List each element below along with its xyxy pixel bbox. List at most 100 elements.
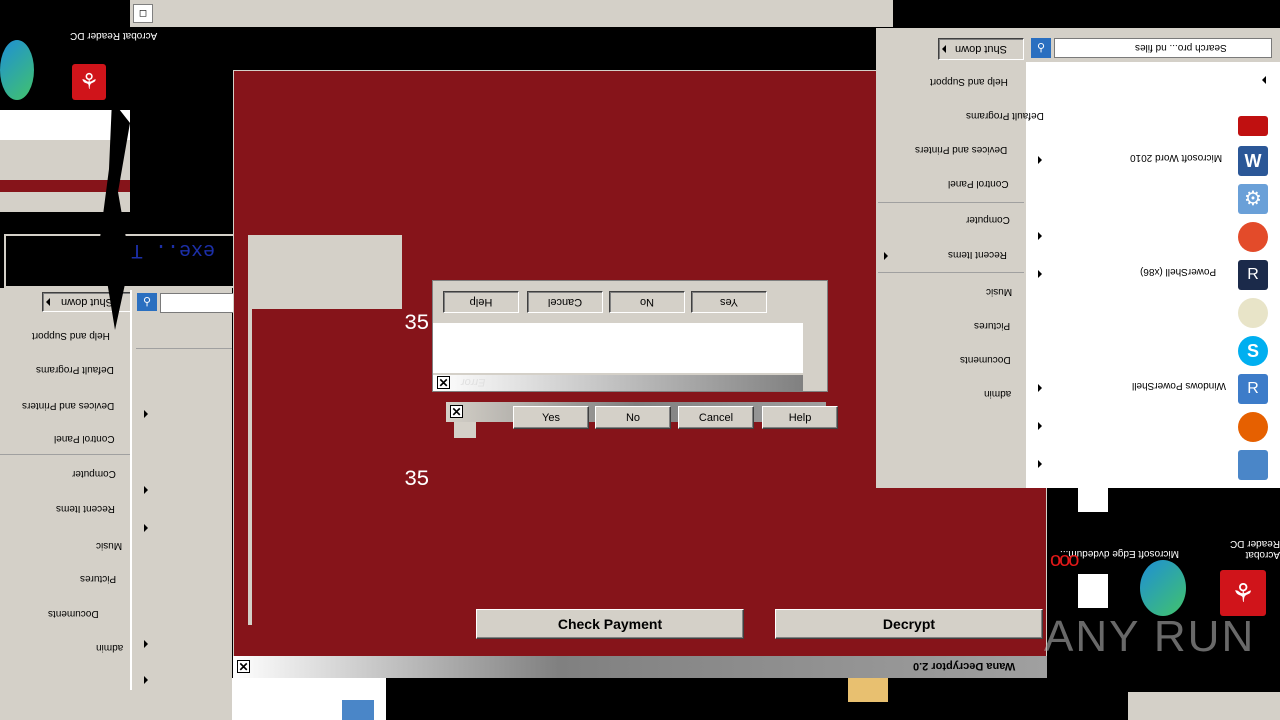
ghost-no-button[interactable]: No xyxy=(609,291,685,313)
error-help-button[interactable]: Help xyxy=(762,406,838,429)
ghost-titlebar: ✕ Error xyxy=(433,375,803,391)
desktop-bottom-window xyxy=(1128,692,1280,720)
ghost-white-area xyxy=(433,323,803,373)
right-item-devices[interactable]: Devices and Printers xyxy=(915,144,1007,155)
error-cancel-button[interactable]: Cancel xyxy=(678,406,754,429)
red-badge-icon xyxy=(1238,116,1268,136)
check-payment-button[interactable]: Check Payment xyxy=(476,609,744,639)
ghost-cancel-button[interactable]: Cancel xyxy=(527,291,603,313)
bottom-left-gray xyxy=(130,690,230,720)
left-separator-1 xyxy=(0,454,132,455)
left-item-default[interactable]: Default Programs xyxy=(36,364,114,375)
ghost-help-button[interactable]: Help xyxy=(443,291,519,313)
prog-arrow-icon-3 xyxy=(1038,270,1042,278)
left-vertical-divider xyxy=(130,290,132,720)
left-item-devices[interactable]: Devices and Printers xyxy=(22,400,114,411)
all-programs-arrow-icon xyxy=(1262,76,1266,84)
prog-arrow-icon-2 xyxy=(1038,232,1042,240)
ghost-title: Error xyxy=(461,376,486,388)
prog-arrow-icon-1 xyxy=(1038,156,1042,164)
desktop-red-rings: ooo xyxy=(1050,549,1079,571)
right-item-recent[interactable]: Recent Items xyxy=(948,249,1007,260)
left-item-control[interactable]: Control Panel xyxy=(54,433,115,444)
prog-windows-powershell[interactable]: Windows PowerShell xyxy=(1132,380,1226,391)
ghost-close-icon[interactable]: ✕ xyxy=(437,376,450,389)
right-search-box[interactable]: Search pro... nd files xyxy=(1054,38,1272,58)
wana-title-text: Wana Decryptor 2.0 xyxy=(913,660,1016,672)
right-arrow-recent-icon xyxy=(884,252,888,260)
right-search-icon[interactable]: ⚲ xyxy=(1031,38,1051,58)
error-no-button[interactable]: No xyxy=(595,406,671,429)
task-scheduler-icon[interactable] xyxy=(1238,298,1268,328)
right-item-help[interactable]: Help and Support xyxy=(930,76,1008,87)
right-item-pictures[interactable]: Pictures xyxy=(974,320,1010,331)
exe-text: exe.. T xyxy=(131,238,216,261)
right-shutdown-button[interactable]: Shut down xyxy=(938,38,1024,60)
left-item-recent[interactable]: Recent Items xyxy=(56,503,115,514)
left-item-computer[interactable]: Computer xyxy=(72,468,116,479)
skype-icon[interactable]: S xyxy=(1238,336,1268,366)
bottom-tile-1 xyxy=(342,700,374,720)
control-panel-icon[interactable] xyxy=(1238,450,1268,480)
left-search-box[interactable] xyxy=(160,293,234,313)
bottom-tile-2 xyxy=(848,678,888,702)
glitch-restore-icon[interactable]: ◻ xyxy=(133,4,153,23)
edge-icon[interactable] xyxy=(0,40,34,100)
word-icon[interactable]: W xyxy=(1238,146,1268,176)
wana-inner-gray-box xyxy=(252,235,402,309)
error-close-icon[interactable]: ✕ xyxy=(450,405,463,418)
left-arrow-icon-2 xyxy=(144,486,148,494)
services-gear-icon[interactable]: ⚙ xyxy=(1238,184,1268,214)
right-item-default[interactable]: Default Programs xyxy=(966,110,1044,121)
acrobat-desktop-icon[interactable]: ⚘ xyxy=(1220,570,1266,616)
right-item-music[interactable]: Music xyxy=(986,286,1012,297)
left-item-music[interactable]: Music xyxy=(96,540,122,551)
windows-powershell-icon[interactable]: R xyxy=(1238,374,1268,404)
left-item-documents[interactable]: Documents xyxy=(48,608,99,619)
wana-left-white-rail xyxy=(248,235,252,625)
acrobat-icon[interactable]: ⚘ xyxy=(72,64,106,100)
edge-desktop-icon[interactable] xyxy=(1140,560,1186,616)
left-item-admin[interactable]: admin xyxy=(96,642,123,653)
error-dialog-ghost: Help Cancel No Yes ✕ Error xyxy=(432,280,828,392)
prog-word[interactable]: Microsoft Word 2010 xyxy=(1130,152,1222,163)
prog-powershell-x86[interactable]: PowerShell (x86) xyxy=(1140,266,1216,277)
right-search-text: Search pro... nd files xyxy=(1135,42,1227,53)
counter-a: 35 xyxy=(404,311,429,336)
left-arrow-icon-1 xyxy=(144,410,148,418)
ccleaner-icon[interactable] xyxy=(1238,222,1268,252)
decrypt-button[interactable]: Decrypt xyxy=(775,609,1043,639)
glitch-titlebar-top xyxy=(130,0,893,27)
right-separator-1 xyxy=(878,202,1024,203)
counter-b: 35 xyxy=(404,467,429,492)
acrobat-desktop-label: Acrobat Reader DC xyxy=(1229,538,1280,560)
right-separator-2 xyxy=(878,272,1024,273)
right-item-admin[interactable]: admin xyxy=(984,388,1011,399)
left-shutdown-arrow-icon xyxy=(46,298,50,306)
right-item-control[interactable]: Control Panel xyxy=(948,178,1009,189)
ghost-yes-button[interactable]: Yes xyxy=(691,291,767,313)
anyrun-watermark: ANY RUN xyxy=(1044,612,1256,661)
left-item-pictures[interactable]: Pictures xyxy=(80,573,116,584)
left-search-icon[interactable]: ⚲ xyxy=(137,293,157,311)
left-arrow-icon-5 xyxy=(144,676,148,684)
error-stub xyxy=(454,422,476,438)
right-item-documents[interactable]: Documents xyxy=(960,354,1011,365)
left-separator-2 xyxy=(136,348,232,349)
left-menu-list: Help and Support Default Programs Device… xyxy=(0,320,232,720)
desktop-white-file-1 xyxy=(1078,488,1108,512)
wana-close-icon[interactable]: ✕ xyxy=(237,660,250,673)
firefox-icon[interactable] xyxy=(1238,412,1268,442)
prog-arrow-icon-4 xyxy=(1038,384,1042,392)
powershell-icon[interactable]: R xyxy=(1238,260,1268,290)
right-shutdown-arrow-icon xyxy=(942,45,946,53)
wana-titlebar: ✕ Wana Decryptor 2.0 xyxy=(233,656,1047,678)
prog-arrow-icon-5 xyxy=(1038,422,1042,430)
desktop-white-file-2 xyxy=(1078,574,1108,608)
right-item-computer[interactable]: Computer xyxy=(966,214,1010,225)
left-arrow-icon-4 xyxy=(144,640,148,648)
left-arrow-icon-3 xyxy=(144,524,148,532)
left-item-help[interactable]: Help and Support xyxy=(32,330,110,341)
error-yes-button[interactable]: Yes xyxy=(513,406,589,429)
prog-arrow-icon-6 xyxy=(1038,460,1042,468)
